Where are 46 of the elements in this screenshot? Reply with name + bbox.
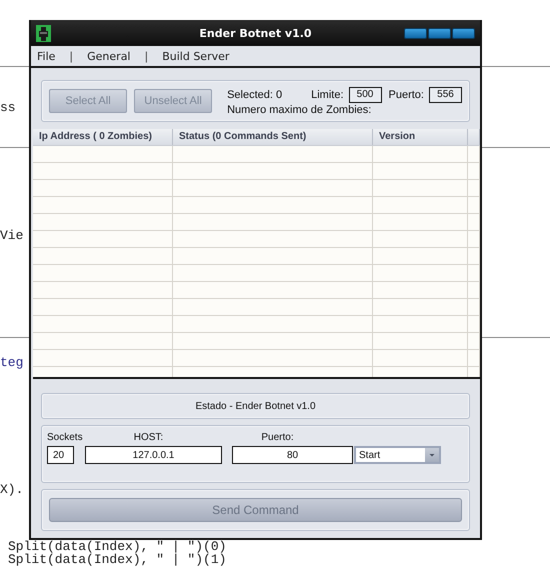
code-text: Split(data(Index), " | ")(0) xyxy=(8,539,226,554)
table-cell xyxy=(468,333,480,350)
table-cell xyxy=(468,231,480,248)
code-text: Split(data(Index), " | ")(1) xyxy=(8,552,226,567)
table-cell xyxy=(468,265,480,282)
action-dropdown[interactable]: Start xyxy=(354,446,441,464)
table-cell xyxy=(468,197,480,214)
table-cell xyxy=(468,316,480,333)
host-field[interactable]: 127.0.0.1 xyxy=(85,446,222,464)
column-header[interactable]: Version xyxy=(373,129,468,145)
column-header[interactable]: Status (0 Commands Sent) xyxy=(173,129,373,145)
code-text: Vie xyxy=(0,228,24,243)
table-cell xyxy=(468,163,480,180)
sockets-field[interactable]: 20 xyxy=(47,446,74,464)
table-cell xyxy=(468,248,480,265)
max-zombies-label: Numero maximo de Zombies: xyxy=(227,104,372,116)
minimize-button[interactable] xyxy=(404,28,427,38)
table-cell xyxy=(468,214,480,231)
menu-separator: | xyxy=(144,50,148,62)
limit-field[interactable]: 500 xyxy=(348,86,382,102)
sockets-label: Sockets xyxy=(47,432,80,443)
menu-item[interactable]: Build Server xyxy=(162,50,230,62)
column-header[interactable]: Ip Address ( 0 Zombies) xyxy=(33,129,173,145)
status-text: Estado - Ender Botnet v1.0 xyxy=(195,400,316,412)
menu-item[interactable]: File xyxy=(37,50,56,62)
limit-label: Limite: xyxy=(311,88,344,100)
code-text: teg xyxy=(0,355,24,370)
code-text: X). xyxy=(0,482,24,497)
port-field[interactable]: 556 xyxy=(428,86,462,102)
table-cell xyxy=(468,180,480,197)
close-button[interactable] xyxy=(452,28,475,38)
caret-icon xyxy=(425,448,439,462)
table-cell xyxy=(468,299,480,316)
table-cell xyxy=(468,350,480,367)
port-label: Puerto: xyxy=(260,432,295,443)
table-cell xyxy=(468,146,480,163)
port-label: Puerto: xyxy=(388,88,424,100)
menu-separator: | xyxy=(69,50,74,62)
table-cell xyxy=(468,282,480,299)
maximize-button[interactable] xyxy=(428,28,451,38)
code-text: ss xyxy=(0,100,16,115)
window-title: Ender Botnet v1.0 xyxy=(198,26,313,40)
selected-count: Selected: 0 xyxy=(227,88,282,100)
menu-item[interactable]: General xyxy=(87,50,130,62)
app-icon xyxy=(36,24,51,42)
port-field[interactable]: 80 xyxy=(232,446,353,464)
